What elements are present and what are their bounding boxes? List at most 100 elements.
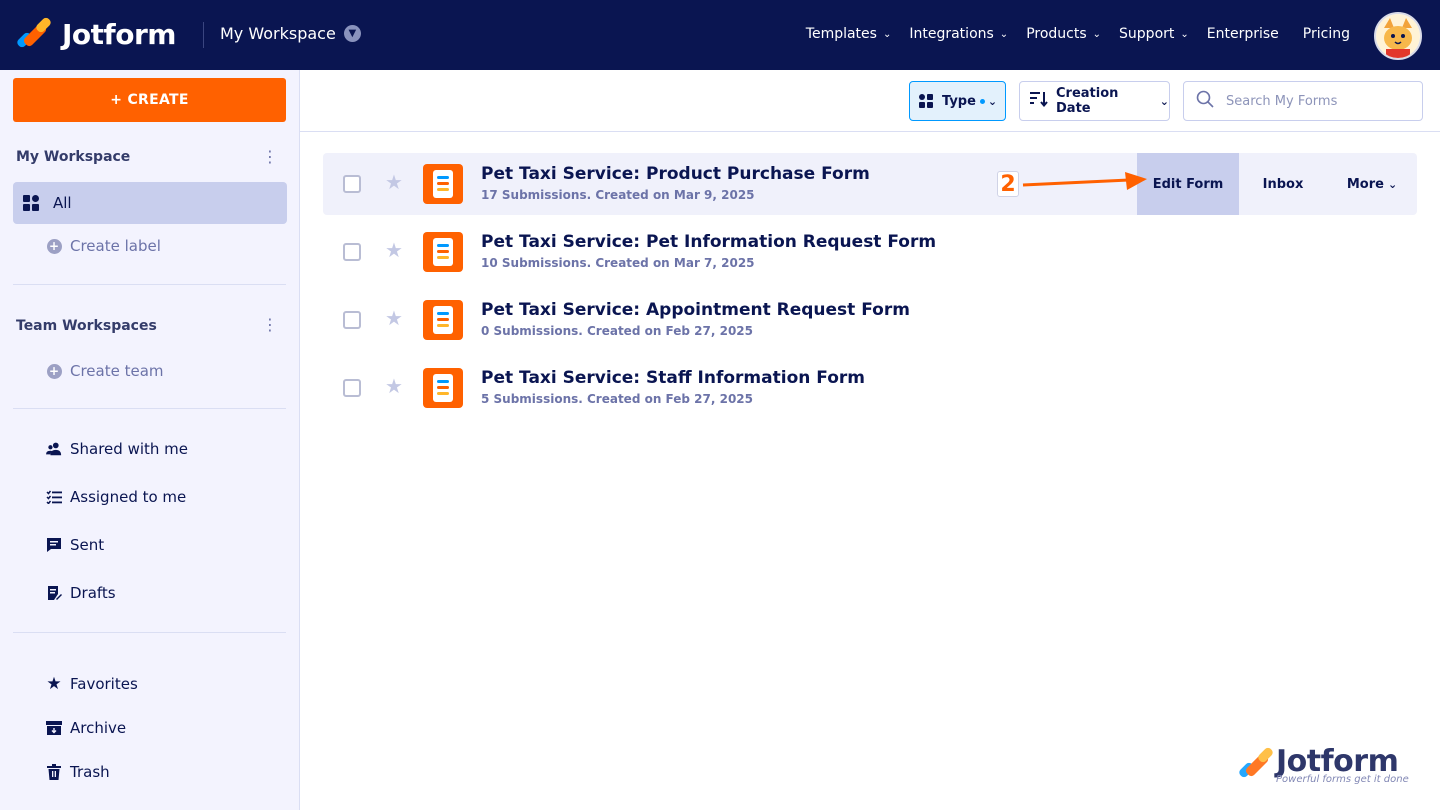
nav-enterprise[interactable]: Enterprise: [1207, 26, 1279, 42]
sidebar-item-all-label: All: [53, 194, 72, 212]
sidebar-item-sent[interactable]: Sent: [46, 536, 104, 554]
sort-icon: [1030, 91, 1048, 111]
form-title[interactable]: Pet Taxi Service: Appointment Request Fo…: [481, 300, 910, 320]
favorite-star-icon[interactable]: ★: [385, 307, 403, 329]
form-icon: [423, 164, 463, 204]
sidebar-item-trash[interactable]: Trash: [46, 763, 110, 781]
search-input[interactable]: [1226, 93, 1406, 109]
forms-toolbar: Type ⌄ Creation Date ⌄: [300, 70, 1440, 132]
sort-button[interactable]: Creation Date ⌄: [1019, 81, 1170, 121]
workspace-switcher-label: My Workspace: [220, 24, 336, 43]
sidebar-item-sent-label: Sent: [70, 536, 105, 554]
my-workspace-title: My Workspace: [16, 149, 131, 165]
form-meta: 10 Submissions. Created on Mar 7, 2025: [481, 256, 755, 270]
create-label-text: Create label: [70, 237, 161, 255]
form-title[interactable]: Pet Taxi Service: Staff Information Form: [481, 368, 865, 388]
sidebar-item-archive-label: Archive: [70, 719, 127, 737]
form-icon: [423, 300, 463, 340]
checklist-icon: [46, 489, 62, 505]
create-label-link[interactable]: + Create label: [46, 237, 161, 255]
chevron-down-icon: ▼: [343, 25, 361, 42]
nav-integrations-label: Integrations: [909, 26, 994, 42]
sidebar-item-drafts-label: Drafts: [70, 584, 116, 602]
type-filter-label: Type: [942, 93, 976, 109]
favorite-star-icon[interactable]: ★: [385, 171, 403, 193]
avatar-cat-icon: [1376, 14, 1420, 58]
jotform-watermark: Jotform Powerful forms get it done: [1237, 744, 1420, 794]
team-workspaces-kebab-icon[interactable]: ⋮: [262, 316, 278, 334]
top-nav-menu: Templates ⌄ Integrations ⌄ Products ⌄ Suppo…: [788, 26, 1350, 42]
archive-icon: [46, 720, 62, 736]
form-row-checkbox[interactable]: [343, 243, 361, 261]
nav-enterprise-label: Enterprise: [1206, 26, 1279, 42]
user-avatar[interactable]: [1374, 12, 1422, 60]
jotform-logo-icon: [15, 16, 53, 50]
create-team-link[interactable]: + Create team: [46, 362, 164, 380]
message-icon: [46, 537, 62, 553]
chevron-down-icon: ⌄: [1159, 94, 1169, 108]
draft-icon: [46, 585, 62, 601]
sidebar-divider: [13, 284, 286, 285]
search-icon: [1196, 90, 1214, 112]
form-row-checkbox[interactable]: [343, 311, 361, 329]
form-row-checkbox[interactable]: [343, 379, 361, 397]
sort-label: Creation Date: [1056, 86, 1119, 116]
form-title[interactable]: Pet Taxi Service: Pet Information Reques…: [481, 232, 936, 252]
row-actions: Edit Form Inbox More ⌄: [1137, 153, 1417, 215]
sidebar-divider: [13, 408, 286, 409]
top-navigation-bar: Jotform My Workspace ▼ Templates ⌄ Integr…: [0, 0, 1440, 70]
nav-templates[interactable]: Templates ⌄: [806, 26, 892, 42]
sidebar-item-favorites[interactable]: ★ Favorites: [46, 674, 137, 694]
form-row[interactable]: ★ Pet Taxi Service: Appointment Request …: [323, 289, 1417, 351]
sidebar-item-drafts[interactable]: Drafts: [46, 584, 116, 602]
jotform-logo-icon: [1237, 746, 1275, 780]
nav-products[interactable]: Products ⌄: [1026, 26, 1101, 42]
form-meta: 0 Submissions. Created on Feb 27, 2025: [481, 324, 754, 338]
form-row[interactable]: ★ Pet Taxi Service: Product Purchase For…: [323, 153, 1417, 215]
more-button-label: More: [1346, 176, 1384, 192]
inbox-button[interactable]: Inbox: [1239, 153, 1327, 215]
sidebar: + CREATE My Workspace ⋮ All + Create lab…: [0, 70, 300, 810]
my-workspace-kebab-icon[interactable]: ⋮: [262, 148, 278, 166]
chevron-down-icon: ⌄: [882, 28, 892, 40]
active-filter-dot-icon: [979, 98, 985, 104]
nav-products-label: Products: [1026, 26, 1087, 42]
grid-icon: [23, 195, 39, 211]
nav-support[interactable]: Support ⌄: [1119, 26, 1189, 42]
more-button[interactable]: More ⌄: [1327, 153, 1417, 215]
sidebar-item-shared-with-me-label: Shared with me: [70, 440, 189, 458]
annotation-arrow-icon: [1022, 172, 1147, 190]
step-annotation: 2: [997, 168, 1157, 202]
form-title[interactable]: Pet Taxi Service: Product Purchase Form: [481, 164, 870, 184]
chevron-down-icon: ⌄: [999, 28, 1009, 40]
form-row[interactable]: ★ Pet Taxi Service: Pet Information Requ…: [323, 221, 1417, 283]
sidebar-item-shared-with-me[interactable]: Shared with me: [46, 440, 188, 458]
favorite-star-icon[interactable]: ★: [385, 375, 403, 397]
workspace-switcher[interactable]: My Workspace ▼: [220, 24, 361, 43]
nav-integrations[interactable]: Integrations ⌄: [909, 26, 1008, 42]
type-filter-button[interactable]: Type ⌄: [909, 81, 1006, 121]
form-row-checkbox[interactable]: [343, 175, 361, 193]
plus-circle-icon: +: [46, 238, 62, 254]
form-icon: [423, 368, 463, 408]
people-icon: [46, 441, 62, 457]
form-icon: [423, 232, 463, 272]
team-workspaces-title: Team Workspaces: [16, 318, 157, 334]
sidebar-item-assigned-to-me[interactable]: Assigned to me: [46, 488, 186, 506]
nav-pricing[interactable]: Pricing: [1303, 26, 1350, 42]
star-icon: ★: [46, 674, 62, 694]
nav-templates-label: Templates: [805, 26, 877, 42]
favorite-star-icon[interactable]: ★: [385, 239, 403, 261]
form-meta: 5 Submissions. Created on Feb 27, 2025: [481, 392, 754, 406]
search-box[interactable]: [1183, 81, 1423, 121]
form-row[interactable]: ★ Pet Taxi Service: Staff Information Fo…: [323, 357, 1417, 419]
create-button[interactable]: + CREATE: [13, 78, 286, 122]
chevron-down-icon: ⌄: [987, 94, 998, 108]
jotform-logo[interactable]: Jotform: [15, 16, 176, 52]
sidebar-item-all[interactable]: All: [13, 182, 287, 224]
form-meta: 17 Submissions. Created on Mar 9, 2025: [481, 188, 755, 202]
sidebar-item-archive[interactable]: Archive: [46, 719, 126, 737]
sidebar-item-assigned-to-me-label: Assigned to me: [70, 488, 187, 506]
chevron-down-icon: ⌄: [1092, 28, 1102, 40]
sidebar-item-trash-label: Trash: [70, 763, 110, 781]
